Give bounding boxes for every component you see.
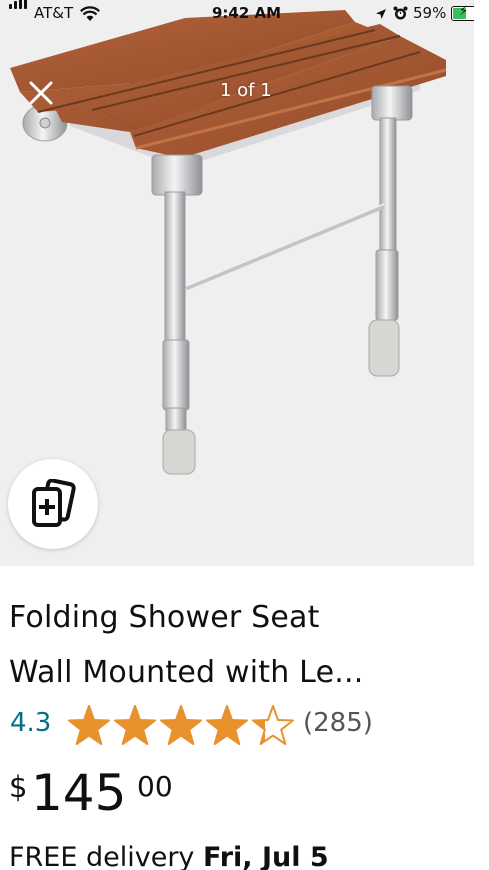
wifi-icon xyxy=(80,6,100,21)
close-icon xyxy=(29,81,53,105)
rating-star-1 xyxy=(68,705,110,745)
delivery-info: FREE delivery Fri, Jul 5 xyxy=(9,842,329,870)
rating-star-4 xyxy=(206,705,248,745)
battery-charging-icon: ⚡ xyxy=(451,4,474,21)
view-similar-icon xyxy=(32,479,76,527)
review-count[interactable]: (285) xyxy=(303,708,373,738)
battery-percent: 59% xyxy=(413,4,447,22)
image-counter: 1 of 1 xyxy=(220,80,272,101)
delivery-date: Fri, Jul 5 xyxy=(203,842,329,870)
product-image-area[interactable]: AT&T 9:42 AM 59% ⚡ 1 of 1 xyxy=(0,0,474,566)
product-title[interactable]: Folding Shower Seat xyxy=(9,600,320,635)
rating-star-2 xyxy=(114,705,156,745)
view-similar-button[interactable] xyxy=(8,459,98,549)
rating-value[interactable]: 4.3 xyxy=(10,708,51,738)
close-button[interactable] xyxy=(24,76,58,110)
status-bar: AT&T 9:42 AM 59% ⚡ xyxy=(0,0,474,28)
page-edge xyxy=(474,0,489,870)
rating-stars[interactable] xyxy=(67,704,297,748)
alarm-icon xyxy=(393,6,408,20)
price-whole: 145 xyxy=(31,764,127,822)
rating-star-3 xyxy=(160,705,202,745)
product-title-continued[interactable]: Wall Mounted with Le... xyxy=(9,655,363,690)
delivery-label: FREE delivery xyxy=(9,842,203,870)
price-fraction: 00 xyxy=(137,770,173,803)
carrier-label: AT&T xyxy=(34,4,74,22)
rating-star-5 xyxy=(252,705,294,745)
clock: 9:42 AM xyxy=(212,4,282,22)
location-icon xyxy=(376,9,386,19)
price-symbol: $ xyxy=(9,770,28,804)
